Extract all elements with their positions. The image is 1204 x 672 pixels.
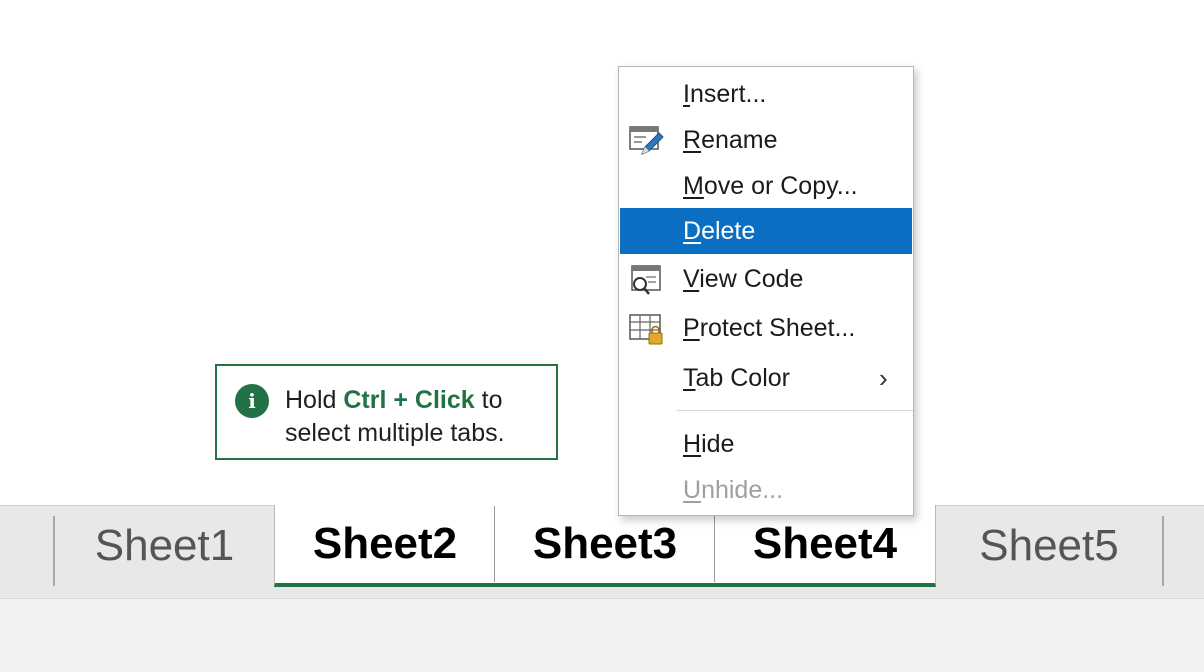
- tip-prefix: Hold: [285, 386, 344, 414]
- menu-item-label: View Code: [683, 265, 804, 293]
- menu-item-delete[interactable]: Delete: [620, 208, 912, 254]
- sheet-tab-4[interactable]: Sheet4: [715, 505, 936, 587]
- menu-item-move-or-copy[interactable]: Move or Copy...: [620, 163, 912, 209]
- menu-item-protect-sheet[interactable]: Protect Sheet...: [620, 305, 912, 351]
- sheet-tab-label: Sheet1: [94, 521, 235, 570]
- sheet-tab-label: Sheet4: [752, 519, 898, 568]
- sheet-tab-2[interactable]: Sheet2: [274, 505, 495, 587]
- menu-item-tab-color[interactable]: Tab Color ›: [620, 355, 912, 401]
- tip-shortcut: Ctrl + Click: [343, 386, 475, 414]
- status-bar: [0, 598, 1204, 672]
- sheet-tab-5[interactable]: Sheet5: [936, 505, 1162, 587]
- menu-item-rename[interactable]: Rename: [620, 117, 912, 163]
- sheet-tab-label: Sheet2: [312, 519, 458, 568]
- submenu-arrow-icon: ›: [879, 363, 888, 393]
- sheet-tab-3[interactable]: Sheet3: [495, 505, 715, 587]
- sheet-tab-bar: Sheet1 Sheet2 Sheet3 Sheet4 Sheet5: [0, 505, 1204, 598]
- menu-item-label: Tab Color: [683, 364, 790, 392]
- tip-callout: i Hold Ctrl + Click to select multiple t…: [215, 364, 558, 460]
- menu-item-insert[interactable]: Insert...: [620, 71, 912, 117]
- menu-item-label: Protect Sheet...: [683, 314, 856, 342]
- tip-line2: select multiple tabs.: [285, 419, 505, 447]
- protect-sheet-icon: [629, 314, 663, 345]
- menu-separator: [677, 410, 913, 411]
- menu-item-view-code[interactable]: View Code: [620, 256, 912, 302]
- sheet-context-menu: Insert... Rename Move or Copy... Delete …: [618, 66, 914, 516]
- menu-item-unhide: Unhide...: [620, 467, 912, 513]
- menu-item-label: Rename: [683, 126, 778, 154]
- worksheet-area: [0, 0, 1204, 505]
- tab-bar-separator-right: [1162, 516, 1164, 586]
- info-icon: i: [235, 384, 269, 418]
- menu-item-hide[interactable]: Hide: [620, 421, 912, 467]
- tip-suffix: to: [474, 386, 503, 414]
- rename-icon: [629, 126, 664, 155]
- sheet-tab-1[interactable]: Sheet1: [55, 505, 274, 587]
- view-code-icon: [631, 265, 661, 295]
- menu-item-label: Insert...: [683, 80, 767, 108]
- menu-item-label: Unhide...: [683, 476, 784, 504]
- menu-item-label: Move or Copy...: [683, 172, 858, 200]
- sheet-tab-label: Sheet5: [979, 521, 1119, 570]
- menu-item-label: Delete: [683, 217, 756, 245]
- tip-text: Hold Ctrl + Click to select multiple tab…: [285, 384, 550, 450]
- menu-item-label: Hide: [683, 430, 735, 458]
- sheet-tab-label: Sheet3: [532, 519, 678, 568]
